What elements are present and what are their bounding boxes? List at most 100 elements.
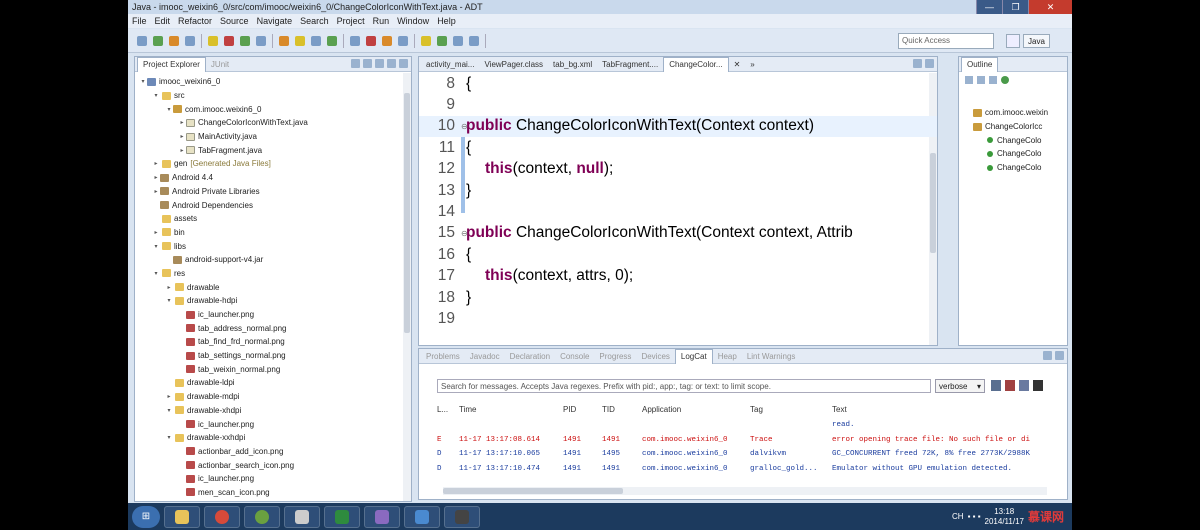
expand-toggle-icon[interactable]: ▾: [165, 407, 173, 414]
tree-item[interactable]: actionbar_search_icon.png: [135, 458, 411, 472]
tree-item[interactable]: tab_settings_normal.png: [135, 349, 411, 363]
tree-item[interactable]: ▸ Android 4.4: [135, 171, 411, 185]
expand-toggle-icon[interactable]: ▾: [152, 92, 160, 99]
close-button[interactable]: ✕: [1028, 0, 1072, 14]
tab-javadoc[interactable]: Javadoc: [465, 349, 505, 364]
tree-item[interactable]: assets: [135, 212, 411, 226]
outline-item[interactable]: ChangeColo: [959, 161, 1067, 175]
toolbar-button-15-icon[interactable]: [398, 35, 408, 46]
tree-item[interactable]: ▸ bin: [135, 226, 411, 240]
toolbar-button-8-icon[interactable]: [279, 35, 289, 46]
expand-toggle-icon[interactable]: ▸: [152, 174, 160, 181]
log-hscrollbar[interactable]: [443, 487, 1047, 495]
expand-toggle-icon[interactable]: ▸: [152, 188, 160, 195]
editor-tab[interactable]: TabFragment....: [597, 57, 663, 72]
taskbar-photos-icon[interactable]: [404, 505, 440, 528]
columns-icon[interactable]: [1019, 380, 1029, 391]
expand-toggle-icon[interactable]: ▾: [165, 434, 173, 441]
tab-heap[interactable]: Heap: [713, 349, 742, 364]
minimize-button[interactable]: —: [976, 0, 1002, 14]
log-row[interactable]: read.: [419, 421, 1053, 433]
expand-toggle-icon[interactable]: ▸: [152, 160, 160, 167]
clear-log-icon[interactable]: [1005, 380, 1015, 391]
toolbar-button-5-icon[interactable]: [224, 35, 234, 46]
toolbar-button-13-icon[interactable]: [366, 35, 376, 46]
taskbar-app-icon[interactable]: [244, 505, 280, 528]
toolbar-button-4-icon[interactable]: [208, 35, 218, 46]
toolbar-button-7-icon[interactable]: [256, 35, 266, 46]
taskbar-chrome-icon[interactable]: [204, 505, 240, 528]
toolbar-button-1-icon[interactable]: [153, 35, 163, 46]
toolbar-button-17-icon[interactable]: [437, 35, 447, 46]
tree-item[interactable]: tab_find_frd_normal.png: [135, 335, 411, 349]
menu-item-file[interactable]: File: [132, 16, 147, 26]
toolbar-button-3-icon[interactable]: [185, 35, 195, 46]
start-button[interactable]: ⊞: [132, 505, 160, 528]
tab-problems[interactable]: Problems: [421, 349, 465, 364]
hide-nonpublic-icon[interactable]: [1001, 76, 1009, 84]
tab-progress[interactable]: Progress: [594, 349, 636, 364]
expand-toggle-icon[interactable]: ▾: [152, 243, 160, 250]
collapse-all-icon[interactable]: [351, 59, 360, 68]
toolbar-button-0-icon[interactable]: [137, 35, 147, 46]
tree-item[interactable]: ▾ libs: [135, 239, 411, 253]
tab-devices[interactable]: Devices: [636, 349, 674, 364]
log-row[interactable]: D 11-17 13:17:10.065 1491 1495 com.imooc.wei…: [419, 450, 1053, 462]
tree-item[interactable]: android-support-v4.jar: [135, 253, 411, 267]
menu-item-help[interactable]: Help: [437, 16, 456, 26]
menu-item-refactor[interactable]: Refactor: [178, 16, 212, 26]
tree-item[interactable]: men_scan_icon.png: [135, 486, 411, 500]
log-row[interactable]: E 11-17 13:17:08.614 1491 1491 com.imooc.wei…: [419, 436, 1053, 448]
taskbar-app2-icon[interactable]: [284, 505, 320, 528]
tree-item[interactable]: ic_launcher.png: [135, 472, 411, 486]
tree-item[interactable]: ▸ TabFragment.java: [135, 143, 411, 157]
menu-item-edit[interactable]: Edit: [155, 16, 171, 26]
tree-item[interactable]: ▾ drawable-xxhdpi: [135, 431, 411, 445]
menu-item-search[interactable]: Search: [300, 16, 329, 26]
tree-item[interactable]: ▾ com.imooc.weixin6_0: [135, 102, 411, 116]
taskbar-video-icon[interactable]: [444, 505, 480, 528]
menu-item-window[interactable]: Window: [397, 16, 429, 26]
expand-toggle-icon[interactable]: ▾: [165, 106, 173, 113]
tab-logcat[interactable]: LogCat: [674, 348, 713, 364]
toolbar-button-14-icon[interactable]: [382, 35, 392, 46]
log-level-select[interactable]: verbose ▾: [935, 379, 985, 393]
tree-item[interactable]: ▸ MainActivity.java: [135, 130, 411, 144]
editor-tab[interactable]: ChangeColor...: [663, 56, 729, 72]
language-indicator[interactable]: CH: [952, 512, 964, 521]
toolbar-button-18-icon[interactable]: [453, 35, 463, 46]
outline-item[interactable]: ChangeColo: [959, 133, 1067, 147]
hide-fields-icon[interactable]: [977, 76, 985, 84]
minimize-icon[interactable]: [1043, 351, 1052, 360]
tree-item[interactable]: tab_address_normal.png: [135, 321, 411, 335]
code-area[interactable]: 8{9 10 ⊖ public ChangeColorIconWithText(Con…: [419, 73, 937, 345]
tab-outline[interactable]: Outline: [961, 56, 999, 72]
menu-item-navigate[interactable]: Navigate: [257, 16, 293, 26]
tree-item[interactable]: ▸ Android Private Libraries: [135, 185, 411, 199]
tree-item[interactable]: ▾ drawable-xhdpi: [135, 404, 411, 418]
close-tab-icon[interactable]: ✕: [729, 57, 746, 72]
logcat-search-input[interactable]: Search for messages. Accepts Java regexe…: [437, 379, 931, 393]
tab-lint-warnings[interactable]: Lint Warnings: [742, 349, 801, 364]
expand-toggle-icon[interactable]: ▸: [178, 147, 186, 154]
maximize-icon[interactable]: [1055, 351, 1064, 360]
tree-item[interactable]: tab_weixin_normal.png: [135, 362, 411, 376]
tree-item[interactable]: ▾ res: [135, 267, 411, 281]
tab-console[interactable]: Console: [555, 349, 594, 364]
expand-toggle-icon[interactable]: ▸: [165, 284, 173, 291]
tree-item[interactable]: ▾ imooc_weixin6_0: [135, 75, 411, 89]
menu-item-run[interactable]: Run: [373, 16, 390, 26]
tree-item[interactable]: drawable-ldpi: [135, 376, 411, 390]
menu-item-source[interactable]: Source: [220, 16, 249, 26]
expand-toggle-icon[interactable]: ▸: [178, 119, 186, 126]
tab-junit[interactable]: JUnit: [206, 57, 234, 72]
toolbar-button-19-icon[interactable]: [469, 35, 479, 46]
editor-tab[interactable]: activity_mai...: [421, 57, 479, 72]
save-icon[interactable]: [991, 380, 1001, 391]
minimize-icon[interactable]: [387, 59, 396, 68]
clock[interactable]: 13:18 2014/11/17: [985, 507, 1024, 527]
maximize-button[interactable]: ❐: [1002, 0, 1028, 14]
open-perspective-icon[interactable]: [1006, 34, 1020, 48]
editor-tab[interactable]: ViewPager.class: [479, 57, 548, 72]
toolbar-button-10-icon[interactable]: [311, 35, 321, 46]
